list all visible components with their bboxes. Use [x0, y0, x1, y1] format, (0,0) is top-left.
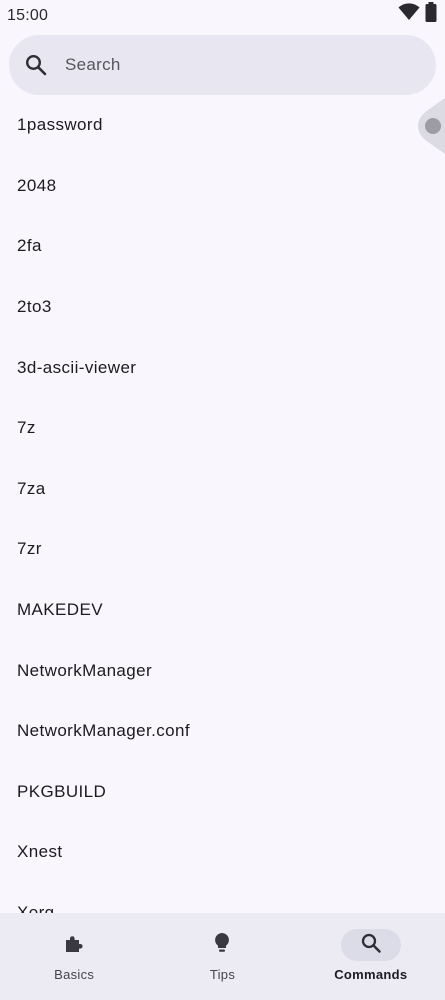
command-list-item[interactable]: 7z [0, 398, 445, 459]
command-list-item[interactable]: 2048 [0, 156, 445, 217]
command-list-item[interactable]: Xnest [0, 822, 445, 883]
wifi-icon [398, 2, 420, 26]
nav-indicator [44, 929, 104, 961]
search-icon [24, 53, 48, 77]
battery-icon [425, 1, 437, 27]
search-icon [359, 931, 383, 960]
command-list-item[interactable]: 7za [0, 459, 445, 520]
command-list-item[interactable]: 1password [0, 95, 445, 156]
command-list-item[interactable]: MAKEDEV [0, 580, 445, 641]
command-list-item[interactable]: 2fa [0, 216, 445, 277]
nav-label-tips: Tips [209, 967, 236, 982]
command-list-item[interactable]: 2to3 [0, 277, 445, 338]
nav-item-commands[interactable]: Commands [297, 913, 445, 1000]
bottom-navigation: Basics Tips Commands [0, 913, 445, 1000]
app-screen: 15:00 1password20482fa2to33 [0, 0, 445, 1000]
search-input[interactable] [65, 35, 415, 95]
edge-panel-handle[interactable] [418, 98, 445, 154]
lightbulb-icon [210, 931, 234, 960]
search-bar[interactable] [9, 35, 436, 95]
nav-item-tips[interactable]: Tips [148, 913, 296, 1000]
puzzle-icon [62, 931, 86, 960]
status-bar: 15:00 [0, 0, 445, 32]
command-list-item[interactable]: 3d-ascii-viewer [0, 337, 445, 398]
status-icons [398, 1, 437, 27]
command-list: 1password 2048 2fa 2to3 3d-ascii-viewer 7z 7za… [0, 95, 445, 913]
nav-indicator [192, 929, 252, 961]
command-list-item[interactable]: NetworkManager.conf [0, 701, 445, 762]
nav-item-basics[interactable]: Basics [0, 913, 148, 1000]
nav-indicator-active [340, 929, 401, 961]
command-list-item[interactable]: 7zr [0, 519, 445, 580]
status-time: 15:00 [7, 7, 49, 24]
command-list-item[interactable]: Xorg [0, 883, 445, 913]
nav-label-basics: Basics [54, 967, 95, 982]
command-list-item[interactable]: NetworkManager [0, 640, 445, 701]
command-list-item[interactable]: PKGBUILD [0, 762, 445, 823]
nav-label-commands: Commands [334, 967, 408, 982]
